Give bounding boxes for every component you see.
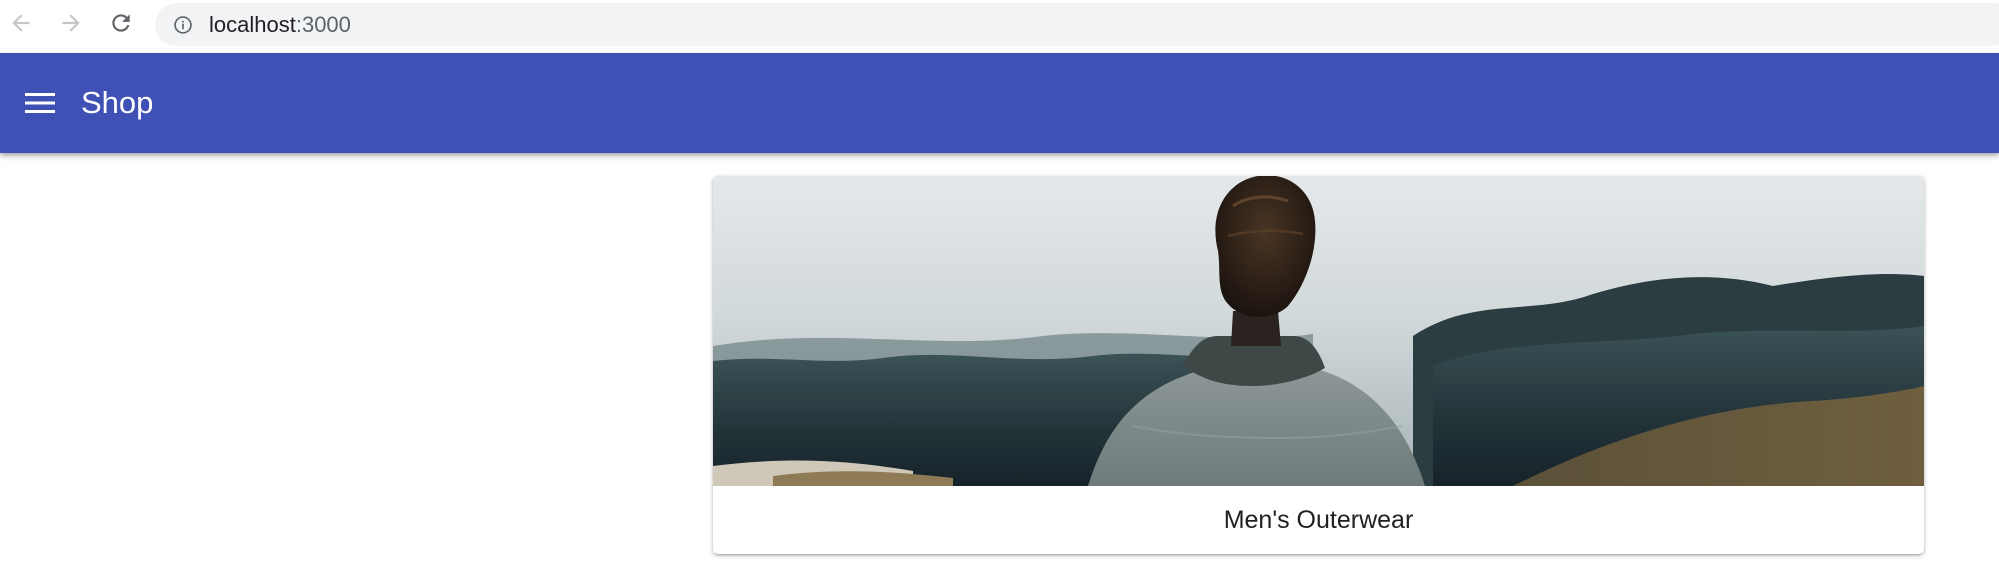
browser-toolbar: localhost:3000 — [0, 0, 1999, 52]
address-bar[interactable]: localhost:3000 — [155, 3, 1999, 46]
app-title: Shop — [81, 85, 154, 120]
reload-icon — [112, 14, 130, 32]
arrow-right-icon — [62, 14, 80, 32]
arrow-left-icon — [12, 14, 30, 32]
url-port: :3000 — [295, 12, 351, 37]
url-text: localhost:3000 — [209, 13, 351, 37]
reload-button[interactable] — [106, 8, 136, 38]
category-card-mens-outerwear[interactable]: Men's Outerwear — [713, 176, 1924, 554]
hamburger-menu-icon — [25, 93, 55, 113]
category-image — [713, 176, 1924, 486]
app-bar: Shop — [0, 53, 1999, 153]
info-circle-icon[interactable] — [173, 15, 193, 35]
menu-button[interactable] — [22, 85, 58, 121]
forward-button[interactable] — [56, 8, 86, 38]
category-title: Men's Outerwear — [1223, 505, 1414, 534]
back-button[interactable] — [6, 8, 36, 38]
url-host: localhost — [209, 12, 296, 37]
